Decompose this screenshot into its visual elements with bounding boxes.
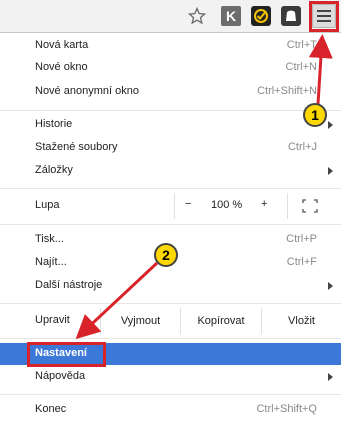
menu-item-incognito-window[interactable]: Nové anonymní okno Ctrl+Shift+N [0,81,341,103]
menu-item-shortcut: Ctrl+F [286,256,317,268]
menu-item-shortcut: Ctrl+N [285,61,317,73]
menu-item-label: Stažené soubory [35,141,118,153]
menu-item-label: Konec [35,403,67,415]
menu-item-new-tab[interactable]: Nová karta Ctrl+T [0,35,341,57]
annotation-box-settings [27,342,106,367]
zoom-divider [174,193,175,219]
submenu-arrow-icon [328,167,333,175]
menu-separator [0,338,341,339]
menu-item-history[interactable]: Historie [0,114,341,136]
menu-item-label: Tisk... [35,233,64,245]
menu-separator [0,303,341,304]
menu-item-label: Další nástroje [35,279,103,291]
zoom-out-button[interactable]: − [185,198,191,210]
browser-toolbar: K [0,0,341,33]
extension-k-icon[interactable]: K [221,6,241,26]
extension-ghostery-icon[interactable] [281,6,301,26]
zoom-label: Lupa [35,199,60,211]
menu-item-bookmarks[interactable]: Záložky [0,160,341,182]
zoom-in-button[interactable]: + [261,198,267,210]
menu-separator [0,224,341,225]
menu-item-new-window[interactable]: Nové okno Ctrl+N [0,57,341,79]
submenu-arrow-icon [328,373,333,381]
menu-item-label: Záložky [35,164,73,176]
menu-item-label: Historie [35,118,73,130]
menu-item-downloads[interactable]: Stažené soubory Ctrl+J [0,137,341,159]
zoom-divider [287,193,288,219]
paste-button[interactable]: Vložit [261,308,341,334]
menu-item-label: Nápověda [35,370,86,382]
menu-item-shortcut: Ctrl+Shift+Q [256,403,317,415]
submenu-arrow-icon [328,282,333,290]
menu-item-label: Najít... [35,256,67,268]
menu-item-shortcut: Ctrl+T [286,39,317,51]
annotation-box-menu-button [309,1,339,32]
menu-edit-row: Upravit Vyjmout Kopírovat Vložit [0,308,341,334]
menu-item-shortcut: Ctrl+Shift+N [257,85,317,97]
submenu-arrow-icon [328,121,333,129]
bookmark-star-icon[interactable] [187,6,207,26]
menu-item-help[interactable]: Nápověda [0,366,341,388]
menu-item-shortcut: Ctrl+P [286,233,317,245]
menu-separator [0,394,341,395]
menu-item-more-tools[interactable]: Další nástroje [0,275,341,297]
zoom-value: 100 % [211,199,243,211]
cut-button[interactable]: Vyjmout [100,308,180,334]
copy-button[interactable]: Kopírovat [180,308,261,334]
menu-item-label: Nové okno [35,61,88,73]
fullscreen-icon[interactable] [302,199,318,216]
annotation-badge-2: 2 [154,243,178,267]
menu-item-exit[interactable]: Konec Ctrl+Shift+Q [0,399,341,421]
menu-item-label: Nová karta [35,39,89,51]
menu-item-shortcut: Ctrl+J [287,141,317,153]
menu-separator [0,110,341,111]
menu-item-label: Nové anonymní okno [35,85,139,97]
extension-norton-icon[interactable] [251,6,271,26]
menu-zoom-row: Lupa − 100 % + [0,193,341,219]
annotation-badge-1: 1 [303,103,327,127]
edit-label: Upravit [35,314,70,326]
menu-separator [0,188,341,189]
